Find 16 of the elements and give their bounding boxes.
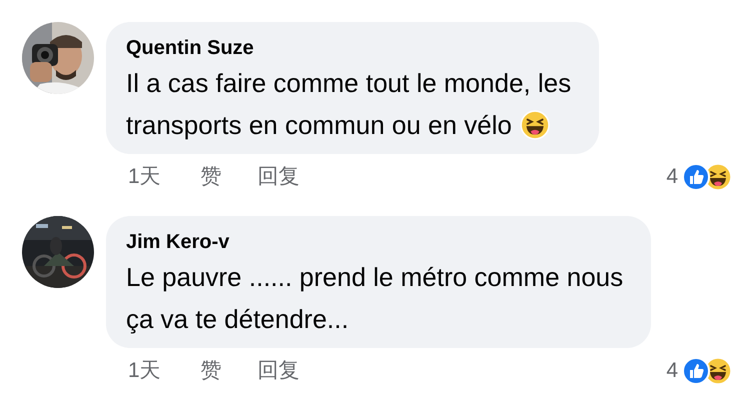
author-name[interactable]: Quentin Suze: [126, 34, 254, 62]
author-name[interactable]: Jim Kero-v: [126, 228, 230, 256]
thumbs-up-icon: [682, 357, 710, 385]
reply-link[interactable]: 回复: [258, 161, 300, 193]
comment-text-line: ça va te détendre...: [126, 303, 349, 336]
thumbs-up-icon: [682, 163, 710, 191]
reaction-count: 4: [666, 164, 678, 190]
time-label: 1天: [128, 358, 161, 384]
time-label: 1天: [128, 164, 161, 190]
like-link[interactable]: 赞: [200, 355, 222, 387]
reaction-count: 4: [666, 358, 678, 384]
like-link[interactable]: 赞: [200, 161, 222, 193]
comment-text-line: transports en commun ou en vélo: [126, 109, 512, 142]
comment-text-line: Il a cas faire comme tout le monde, les: [126, 67, 572, 100]
reply-link[interactable]: 回复: [258, 355, 300, 387]
comment-text-line: Le pauvre ...... prend le métro comme nous: [126, 261, 624, 294]
